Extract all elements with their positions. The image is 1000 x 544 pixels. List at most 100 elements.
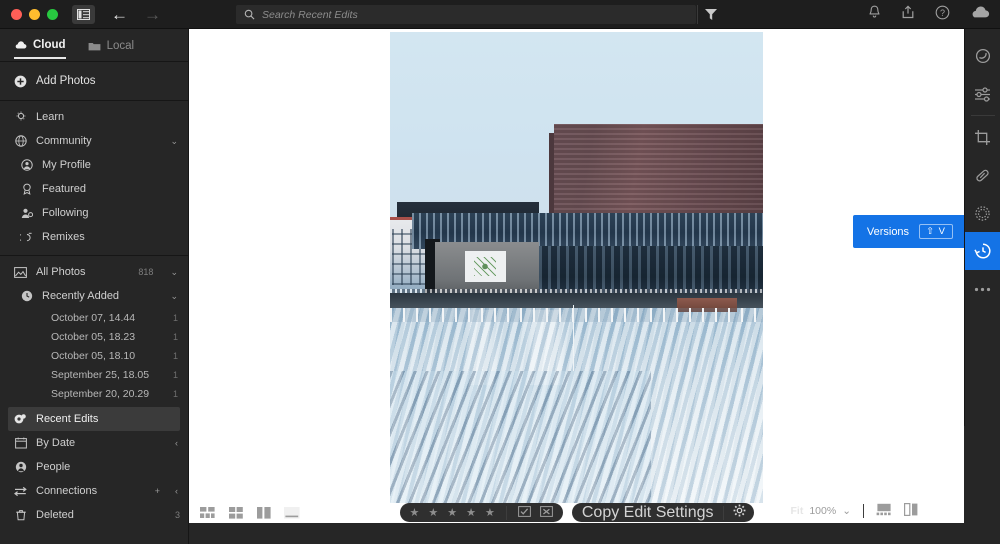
tab-cloud-label: Cloud	[33, 39, 66, 51]
help-icon[interactable]: ?	[935, 5, 950, 25]
versions-icon[interactable]	[965, 232, 1000, 270]
search-bar[interactable]	[236, 5, 696, 24]
list-item[interactable]: September 20, 20.29 1	[0, 384, 188, 403]
forward-button[interactable]: →	[144, 6, 161, 23]
tab-cloud[interactable]: Cloud	[14, 39, 66, 59]
flag-pick-icon[interactable]	[518, 504, 531, 522]
connections-icon	[14, 485, 27, 498]
sidebar-item-people[interactable]: People	[0, 455, 188, 479]
sidebar-item-community-label: Community	[36, 135, 161, 147]
sidebar-item-deleted[interactable]: Deleted 3	[0, 503, 188, 527]
chevron-left-icon[interactable]: ‹	[175, 486, 188, 496]
date-count: 1	[173, 389, 188, 399]
filter-icon	[705, 9, 717, 20]
star-3[interactable]: ★	[447, 506, 457, 519]
star-5[interactable]: ★	[485, 506, 495, 519]
panel-icon	[77, 9, 90, 20]
flag-reject-icon[interactable]	[540, 504, 553, 522]
healing-icon[interactable]	[965, 156, 1000, 194]
back-button[interactable]: ←	[111, 6, 128, 23]
sidebar-item-all-photos[interactable]: All Photos 818 ⌄	[0, 260, 188, 284]
chevron-down-icon[interactable]: ⌄	[170, 136, 188, 147]
sidebar-item-featured[interactable]: Featured	[0, 177, 188, 201]
tab-local[interactable]: Local	[88, 40, 135, 58]
photo-canvas[interactable]	[189, 29, 964, 523]
star-1[interactable]: ★	[410, 506, 420, 519]
crop-icon[interactable]	[965, 118, 1000, 156]
view-mode-group	[198, 505, 301, 521]
photo-preview[interactable]	[390, 32, 763, 503]
detail-view-button[interactable]	[282, 505, 301, 521]
deleted-count: 3	[175, 510, 188, 520]
grid-compact-view-button[interactable]	[198, 505, 217, 521]
star-2[interactable]: ★	[428, 506, 438, 519]
maximize-button[interactable]	[47, 9, 58, 20]
calendar-icon	[14, 437, 27, 450]
photos-icon	[14, 266, 27, 279]
more-options-icon[interactable]	[965, 270, 1000, 308]
date-label: October 07, 14.44	[51, 312, 135, 324]
sidebar-item-recently-added-label: Recently Added	[42, 290, 161, 302]
chevron-down-icon[interactable]: ⌄	[170, 291, 188, 302]
date-label: October 05, 18.23	[51, 331, 135, 343]
minimize-button[interactable]	[29, 9, 40, 20]
edit-preview-icon[interactable]	[965, 37, 1000, 75]
panel-toggle-button[interactable]	[72, 5, 95, 24]
share-icon[interactable]	[901, 5, 915, 24]
compare-view-button[interactable]	[254, 505, 273, 521]
sidebar-item-connections[interactable]: Connections + ‹	[0, 479, 188, 503]
lightbulb-icon	[14, 111, 27, 124]
sidebar-item-remixes[interactable]: Remixes	[0, 225, 188, 249]
bell-icon[interactable]	[868, 5, 881, 24]
grid-view-button[interactable]	[226, 505, 245, 521]
date-count: 1	[173, 313, 188, 323]
sidebar-item-people-label: People	[36, 461, 188, 473]
sidebar-item-my-profile[interactable]: My Profile	[0, 153, 188, 177]
sidebar-item-recently-added[interactable]: Recently Added ⌄	[0, 284, 188, 308]
chevron-left-icon[interactable]: ‹	[175, 438, 188, 448]
star-rating[interactable]: ★ ★ ★ ★ ★	[400, 503, 563, 522]
gear-icon[interactable]	[733, 504, 750, 522]
source-tabs: Cloud Local	[0, 29, 188, 59]
sidebar-item-learn[interactable]: Learn	[0, 105, 188, 129]
filmstrip-toggle-icon[interactable]	[876, 503, 892, 519]
list-item[interactable]: October 05, 18.10 1	[0, 346, 188, 365]
fit-label[interactable]: Fit	[791, 505, 804, 517]
chevron-down-icon[interactable]: ⌄	[842, 505, 851, 517]
award-icon	[20, 183, 33, 196]
sidebar-item-following[interactable]: Following	[0, 201, 188, 225]
masking-icon[interactable]	[965, 194, 1000, 232]
recent-edits-icon	[14, 413, 27, 426]
add-photos-button[interactable]: Add Photos	[0, 64, 188, 98]
lightroom-window: ← →	[0, 0, 1000, 544]
sidebar-item-community[interactable]: Community ⌄	[0, 129, 188, 153]
search-input[interactable]	[262, 9, 688, 21]
filter-button[interactable]	[697, 5, 723, 24]
edit-sliders-icon[interactable]	[965, 75, 1000, 113]
star-4[interactable]: ★	[466, 506, 476, 519]
sidebar-item-recent-edits[interactable]: Recent Edits	[8, 407, 180, 431]
sidebar-item-by-date[interactable]: By Date ‹	[0, 431, 188, 455]
list-item[interactable]: October 07, 14.44 1	[0, 308, 188, 327]
copy-edit-settings-button[interactable]: Copy Edit Settings	[582, 504, 714, 522]
copy-edit-settings-group: Copy Edit Settings	[572, 503, 754, 522]
cloud-icon[interactable]	[970, 5, 990, 24]
date-count: 1	[173, 351, 188, 361]
add-connection-button[interactable]: +	[155, 486, 166, 496]
rail-bottom-background	[964, 426, 1000, 544]
list-item[interactable]: September 25, 18.05 1	[0, 365, 188, 384]
plus-circle-icon	[14, 75, 27, 88]
cloud-icon	[14, 39, 27, 52]
close-button[interactable]	[11, 9, 22, 20]
sidebar-item-following-label: Following	[42, 207, 188, 219]
before-after-icon[interactable]	[904, 503, 918, 519]
window-controls[interactable]	[0, 9, 58, 20]
sidebar-item-learn-label: Learn	[36, 111, 188, 123]
list-item[interactable]: October 05, 18.23 1	[0, 327, 188, 346]
person-circle-icon	[20, 159, 33, 172]
chevron-down-icon[interactable]: ⌄	[170, 267, 188, 278]
zoom-percent: 100%	[809, 505, 836, 517]
divider	[971, 115, 995, 116]
date-label: September 20, 20.29	[51, 388, 149, 400]
sidebar-item-by-date-label: By Date	[36, 437, 166, 449]
